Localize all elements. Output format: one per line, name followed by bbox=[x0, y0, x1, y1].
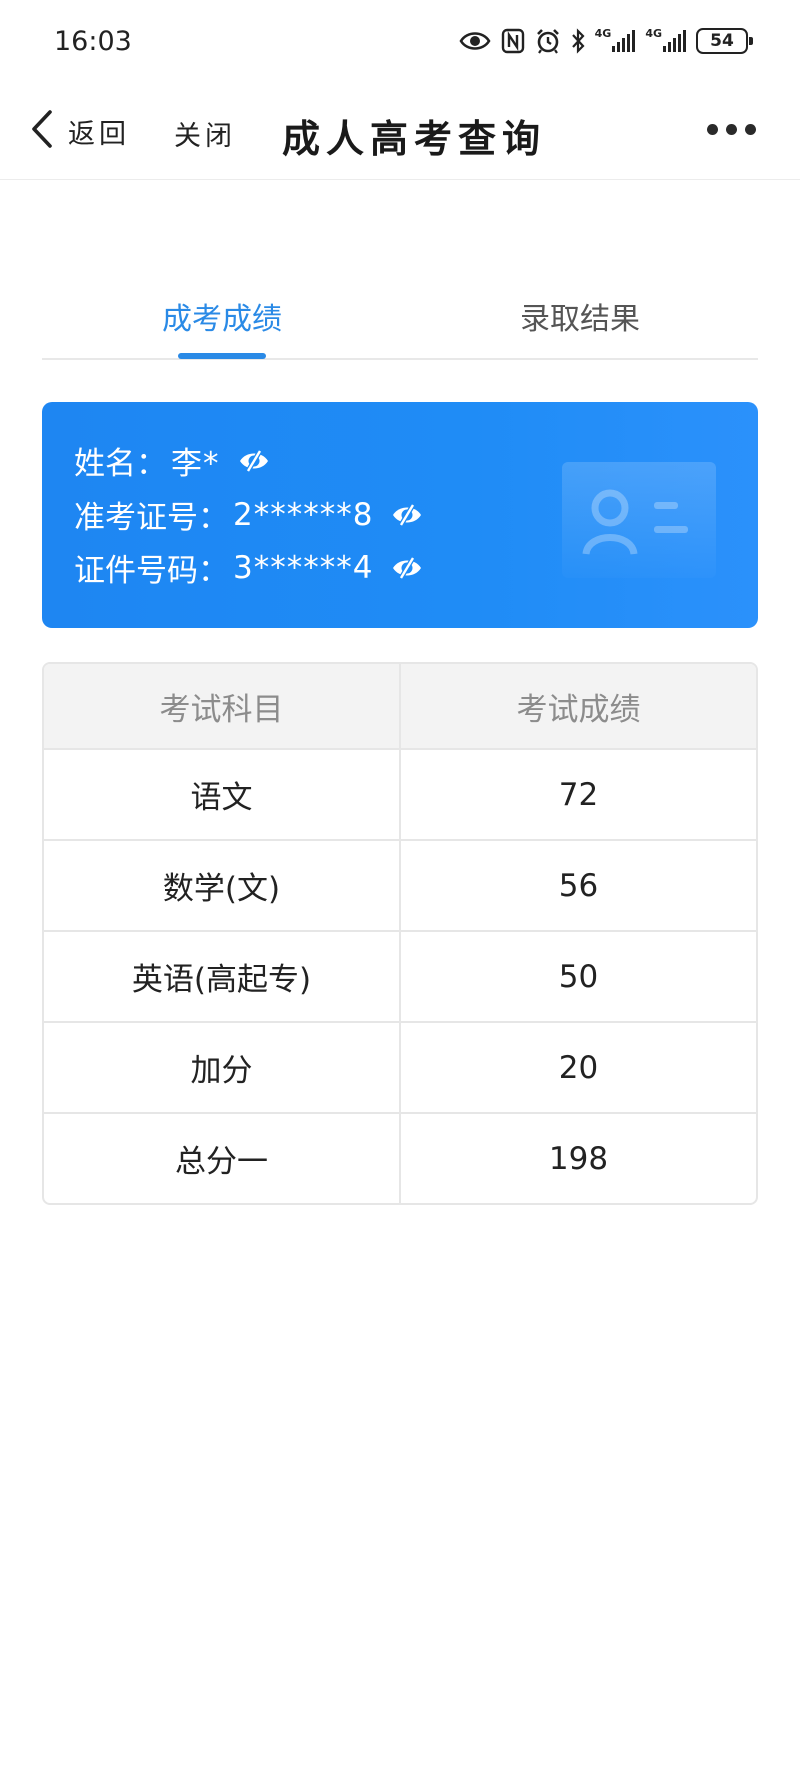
table-row: 数学(文) 56 bbox=[44, 839, 756, 930]
more-dot-icon bbox=[745, 124, 756, 135]
id-card-illustration-icon bbox=[562, 462, 716, 578]
subject-cell: 加分 bbox=[190, 1053, 253, 1089]
id-number-row: 证件号码： 3******4 bbox=[74, 545, 423, 590]
table-row: 语文 72 bbox=[44, 748, 756, 839]
more-dot-icon bbox=[726, 124, 737, 135]
score-cell: 20 bbox=[399, 1023, 756, 1112]
nav-bar: 返回 关闭 成人高考查询 bbox=[0, 84, 800, 180]
back-label: 返回 bbox=[68, 118, 130, 150]
subject-cell: 总分一 bbox=[175, 1144, 268, 1180]
alarm-icon bbox=[535, 26, 561, 56]
score-table: 考试科目 考试成绩 语文 72 数学(文) 56 英语(高起专) 50 加分 2… bbox=[42, 662, 758, 1205]
score-cell: 198 bbox=[399, 1114, 756, 1203]
subject-cell: 英语(高起专) bbox=[131, 962, 312, 998]
tab-admission-results[interactable]: 录取结果 bbox=[520, 294, 640, 338]
score-cell: 50 bbox=[399, 932, 756, 1021]
bluetooth-icon bbox=[571, 26, 585, 56]
page-title: 成人高考查询 bbox=[282, 117, 547, 161]
header-score: 考试成绩 bbox=[399, 664, 756, 748]
candidate-info-card: 姓名： 李* 准考证号： 2******8 证件号码： 3******4 bbox=[42, 402, 758, 628]
ticket-number-value: 2******8 bbox=[233, 496, 374, 533]
id-number-value: 3******4 bbox=[233, 549, 374, 586]
subject-cell: 数学(文) bbox=[162, 871, 281, 907]
battery-icon: 54 bbox=[696, 26, 753, 56]
table-row: 总分一 198 bbox=[44, 1112, 756, 1203]
status-time: 16:03 bbox=[54, 26, 132, 57]
tab-bar: 成考成绩 录取结果 bbox=[42, 270, 758, 360]
subject-cell: 语文 bbox=[190, 780, 253, 816]
tab-exam-scores[interactable]: 成考成绩 bbox=[162, 294, 282, 338]
eye-off-icon[interactable] bbox=[391, 503, 423, 527]
back-button[interactable]: 返回 bbox=[30, 106, 130, 156]
more-options-button[interactable] bbox=[707, 124, 756, 135]
close-button[interactable]: 关闭 bbox=[174, 114, 236, 153]
score-cell: 56 bbox=[399, 841, 756, 930]
table-header-row: 考试科目 考试成绩 bbox=[44, 664, 756, 748]
status-icons: 4G 4G 54 bbox=[459, 24, 753, 58]
ticket-number-row: 准考证号： 2******8 bbox=[74, 492, 423, 537]
score-cell: 72 bbox=[399, 750, 756, 839]
ticket-number-label: 准考证号： bbox=[74, 500, 229, 536]
header-subject: 考试科目 bbox=[159, 691, 284, 728]
name-row: 姓名： 李* bbox=[74, 438, 270, 483]
signal-icon: 4G bbox=[595, 26, 636, 56]
nfc-icon bbox=[501, 26, 525, 56]
more-dot-icon bbox=[707, 124, 718, 135]
name-value: 李* bbox=[171, 446, 220, 482]
signal-icon: 4G bbox=[645, 26, 686, 56]
eye-off-icon[interactable] bbox=[391, 556, 423, 580]
eye-off-icon[interactable] bbox=[238, 449, 270, 473]
active-tab-indicator bbox=[178, 353, 266, 359]
table-row: 加分 20 bbox=[44, 1021, 756, 1112]
chevron-left-icon bbox=[30, 109, 54, 153]
name-label: 姓名： bbox=[74, 446, 167, 482]
status-bar: 16:03 4G 4G 54 bbox=[0, 0, 800, 84]
table-row: 英语(高起专) 50 bbox=[44, 930, 756, 1021]
battery-level: 54 bbox=[696, 28, 753, 54]
eye-icon bbox=[459, 26, 491, 56]
id-number-label: 证件号码： bbox=[74, 553, 229, 589]
